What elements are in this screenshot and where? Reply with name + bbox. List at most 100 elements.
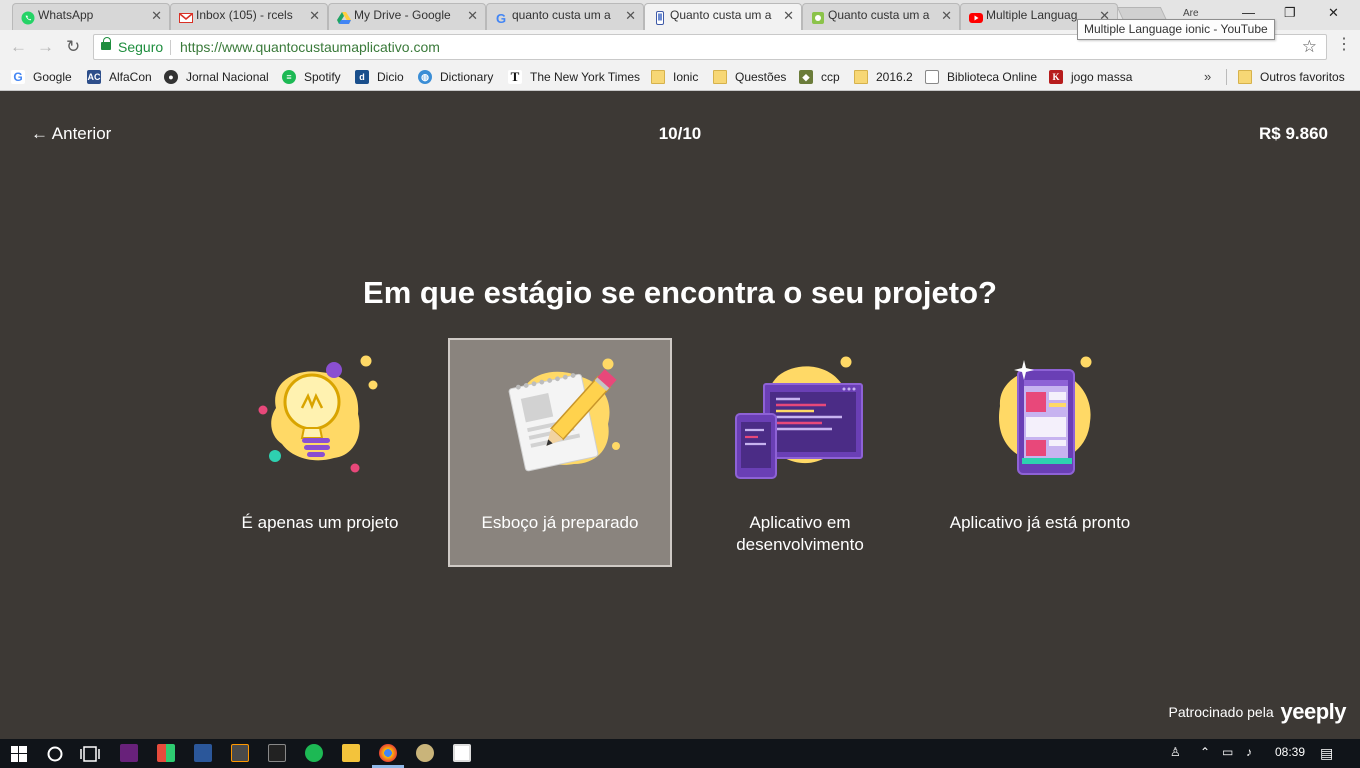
option-app-finished[interactable]: Aplicativo já está pronto <box>928 338 1152 567</box>
paint-brush-icon[interactable] <box>416 744 434 762</box>
phone-icon <box>653 9 667 25</box>
option-label: Aplicativo já está pronto <box>949 513 1131 532</box>
option-label: Aplicativo em desenvolvimento <box>736 513 864 554</box>
crest-icon: ◆ <box>799 70 813 84</box>
option-label: Esboço já preparado <box>481 513 639 532</box>
svg-text:G: G <box>496 11 506 25</box>
globe-icon: ◍ <box>418 70 432 84</box>
back-arrow-icon[interactable]: ← <box>10 37 27 57</box>
tab-title: My Drive - Google <box>354 8 451 22</box>
folder-icon <box>854 70 868 84</box>
question-heading: Em que estágio se encontra o seu projeto… <box>363 275 997 310</box>
dicio-icon: d <box>355 70 369 84</box>
tab-google-search[interactable]: G quanto custa um a ✕ <box>486 3 644 30</box>
cmd-icon[interactable] <box>268 744 286 762</box>
bookmark-spotify[interactable]: ≡ Spotify <box>282 68 341 86</box>
notifications-icon[interactable]: ▤ <box>1320 745 1333 762</box>
restore-icon[interactable]: ❐ <box>1284 5 1296 21</box>
reload-icon[interactable]: ↻ <box>66 37 80 57</box>
close-tab-icon[interactable]: ✕ <box>783 3 794 28</box>
tab-title: Quanto custa um a <box>670 8 772 22</box>
paint-icon[interactable] <box>157 744 175 762</box>
bookmark-alfacon[interactable]: AC AlfaCon <box>87 68 152 86</box>
task-view-icon[interactable] <box>80 746 100 762</box>
youtube-icon <box>969 9 983 23</box>
close-tab-icon[interactable]: ✕ <box>467 3 478 28</box>
bookmark-ccp[interactable]: ◆ ccp <box>799 68 840 86</box>
url-text[interactable]: https://www.quantocustaumaplicativo.com <box>180 39 440 55</box>
spotify-icon[interactable] <box>305 744 323 762</box>
close-tab-icon[interactable]: ✕ <box>151 3 162 28</box>
alfacon-icon: AC <box>87 70 101 84</box>
close-tab-icon[interactable]: ✕ <box>309 3 320 28</box>
bookmark-label: Ionic <box>673 70 699 84</box>
option-app-in-development[interactable]: Aplicativo em desenvolvimento <box>688 338 912 567</box>
bookmark-other-favorites[interactable]: Outros favoritos <box>1238 68 1345 86</box>
bookmark-nyt[interactable]: T The New York Times <box>508 68 640 86</box>
gmail-icon <box>179 9 193 23</box>
divider <box>1226 69 1227 85</box>
tab-quanto-custa-active[interactable]: Quanto custa um a ✕ <box>644 3 802 30</box>
devices-code-icon <box>735 356 863 479</box>
nyt-icon: T <box>508 70 522 84</box>
bookmark-label: AlfaCon <box>109 70 152 84</box>
bookmark-label: Jornal Nacional <box>186 70 269 84</box>
photos-icon[interactable] <box>453 744 471 762</box>
file-explorer-icon[interactable] <box>342 744 360 762</box>
bookmark-folder-2016-2[interactable]: 2016.2 <box>854 68 913 86</box>
bookmark-dicio[interactable]: d Dicio <box>355 68 404 86</box>
word-icon[interactable] <box>194 744 212 762</box>
drive-icon <box>337 9 351 24</box>
google-icon: G <box>495 9 509 26</box>
option-label: É apenas um projeto <box>241 513 399 532</box>
bookmark-star-icon[interactable]: ☆ <box>1302 37 1317 57</box>
tab-google-drive[interactable]: My Drive - Google ✕ <box>328 3 486 30</box>
minimize-icon[interactable]: — <box>1242 5 1255 20</box>
spotify-icon: ≡ <box>282 70 296 84</box>
quiz-page: ← Anterior 10/10 R$ 9.860 Em que estágio… <box>0 91 1360 739</box>
start-icon[interactable] <box>11 746 27 762</box>
yeeply-logo[interactable]: yeeply <box>1281 699 1347 724</box>
close-tab-icon[interactable]: ✕ <box>941 3 952 28</box>
search-icon[interactable] <box>46 745 64 763</box>
menu-dots-icon[interactable]: ⋮ <box>1336 37 1352 53</box>
option-just-a-project[interactable]: É apenas um projeto <box>208 338 432 567</box>
bookmark-label: Spotify <box>304 70 341 84</box>
whatsapp-icon <box>21 9 35 25</box>
divider <box>170 40 171 55</box>
tab-quanto-custa[interactable]: Quanto custa um a ✕ <box>802 3 960 30</box>
sponsor-footer[interactable]: Patrocinado pela yeeply <box>1168 699 1347 725</box>
bookmark-dictionary[interactable]: ◍ Dictionary <box>418 68 493 86</box>
security-label[interactable]: Seguro <box>118 39 163 55</box>
close-tab-icon[interactable]: ✕ <box>625 3 636 28</box>
puzzle-icon <box>811 9 825 24</box>
bookmark-folder-ionic[interactable]: Ionic <box>651 68 698 86</box>
k-icon: K <box>1049 70 1063 84</box>
chevron-up-icon[interactable]: ⌃ <box>1200 745 1210 759</box>
bookmark-folder-questoes[interactable]: Questões <box>713 68 786 86</box>
volume-icon[interactable]: ♪ <box>1246 745 1252 759</box>
bookmark-jornal-nacional[interactable]: ● Jornal Nacional <box>164 68 269 86</box>
network-icon[interactable]: ▭ <box>1222 745 1233 759</box>
chrome-icon[interactable] <box>379 744 397 762</box>
people-icon[interactable]: ♙ <box>1170 745 1181 759</box>
tab-title: Inbox (105) - rcels <box>196 8 293 22</box>
price-estimate: R$ 9.860 <box>1259 124 1328 143</box>
clock-time[interactable]: 08:39 <box>1275 745 1305 759</box>
forward-arrow-icon[interactable]: → <box>37 37 54 57</box>
close-window-icon[interactable]: ✕ <box>1328 5 1339 21</box>
bookmark-jogo-massa[interactable]: Kjogo massa <box>1049 68 1132 86</box>
tab-whatsapp[interactable]: WhatsApp ✕ <box>12 3 170 30</box>
bookmark-google[interactable]: G Google <box>11 68 72 86</box>
bookmarks-overflow-icon[interactable]: » <box>1204 69 1211 84</box>
bookmark-biblioteca-online[interactable]: Biblioteca Online <box>925 68 1037 86</box>
tab-title: WhatsApp <box>38 8 94 22</box>
profile-label[interactable]: Are <box>1183 8 1199 19</box>
bookmark-label: Biblioteca Online <box>947 70 1038 84</box>
tab-gmail[interactable]: Inbox (105) - rcels ✕ <box>170 3 328 30</box>
sponsor-text: Patrocinado pela <box>1168 704 1274 720</box>
option-sketch-ready[interactable]: Esboço já preparado <box>448 338 672 567</box>
sublime-icon[interactable] <box>231 744 249 762</box>
visual-studio-icon[interactable] <box>120 744 138 762</box>
folder-icon <box>1238 70 1252 84</box>
